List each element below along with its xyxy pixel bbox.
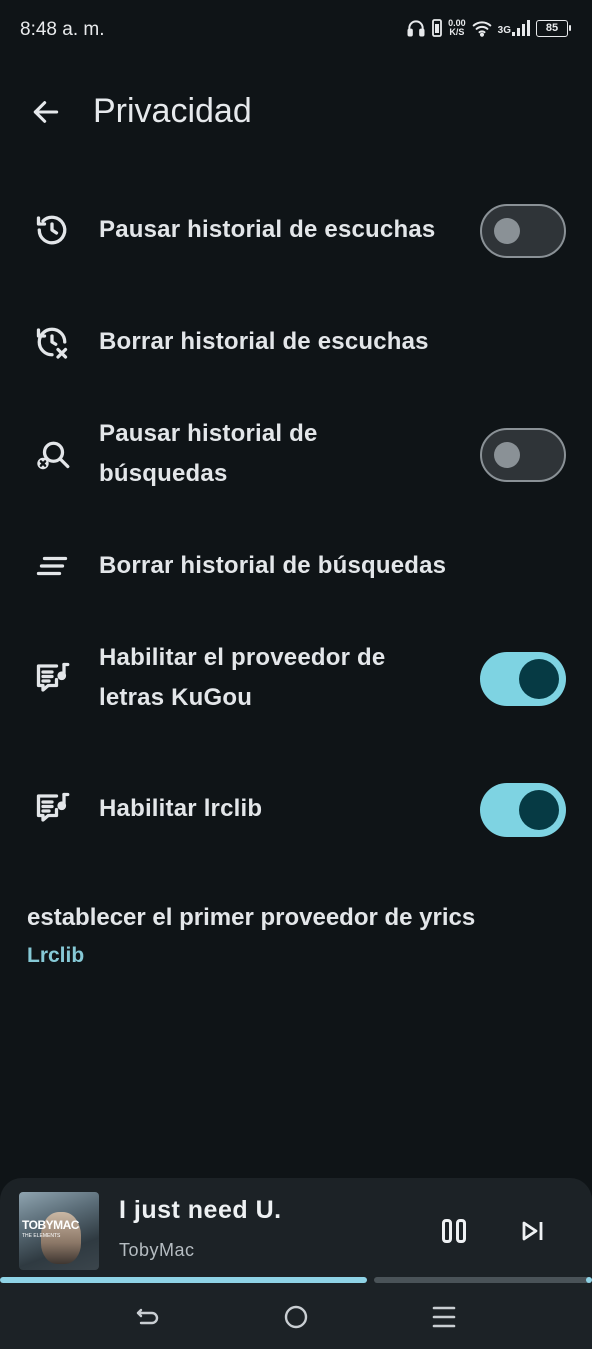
setting-clear-search-history[interactable]: Borrar historial de búsquedas — [0, 532, 592, 602]
pause-listen-history-toggle[interactable] — [480, 204, 566, 258]
status-time: 8:48 a. m. — [20, 19, 105, 40]
enable-kugou-toggle[interactable] — [480, 652, 566, 706]
system-nav-bar — [0, 1288, 592, 1349]
setting-enable-kugou[interactable]: Habilitar el proveedor de letras KuGou — [0, 638, 592, 722]
lyrics-provider-value: Lrclib — [27, 944, 85, 967]
skip-next-icon[interactable] — [518, 1216, 548, 1246]
vibrate-icon — [432, 19, 443, 37]
setting-label: Habilitar lrclib — [99, 795, 263, 822]
setting-pause-listen-history[interactable]: Pausar historial de escuchas — [0, 196, 592, 266]
home-nav-icon[interactable] — [281, 1302, 311, 1332]
net-speed-unit: K/S — [449, 27, 465, 37]
net-speed: 0.00 K/S — [448, 19, 466, 37]
lyrics-provider-title: establecer el primer proveedor de yrics — [27, 904, 476, 931]
setting-label: Borrar historial de búsquedas — [99, 552, 447, 579]
toggle-knob — [519, 790, 559, 830]
song-title: I just need U. — [119, 1196, 282, 1224]
history-clear-icon — [36, 327, 68, 359]
lyrics-icon — [36, 792, 70, 822]
setting-enable-lrclib[interactable]: Habilitar lrclib — [0, 775, 592, 845]
album-art-subtitle: THE ELEMENTS — [22, 1233, 61, 1239]
setting-label: Pausar historial de escuchas — [99, 216, 436, 243]
toggle-knob — [494, 441, 520, 468]
back-nav-icon[interactable] — [133, 1302, 163, 1332]
lyrics-icon — [36, 662, 70, 692]
signal-icon — [512, 20, 530, 36]
search-off-icon — [37, 441, 70, 470]
progress-remaining — [374, 1277, 592, 1283]
album-art-brand: TOBYMAC — [22, 1218, 79, 1232]
battery-icon: 85 — [536, 19, 571, 37]
setting-label: Borrar historial de escuchas — [99, 328, 429, 355]
clear-all-icon — [36, 556, 68, 576]
arrow-left-icon[interactable] — [30, 96, 62, 128]
headphones-icon — [407, 20, 425, 37]
network-type: 3G — [497, 25, 511, 36]
enable-lrclib-toggle[interactable] — [480, 783, 566, 837]
progress-played — [0, 1277, 367, 1283]
wifi-icon — [472, 21, 491, 37]
setting-label-line-1: Habilitar el proveedor de — [99, 644, 386, 671]
history-icon — [36, 215, 67, 245]
setting-clear-listen-history[interactable]: Borrar historial de escuchas — [0, 308, 592, 378]
setting-label-line-1: Pausar historial de — [99, 420, 318, 447]
top-app-bar: Privacidad — [0, 80, 592, 144]
song-artist: TobyMac — [119, 1240, 195, 1260]
mini-player[interactable]: TOBYMAC THE ELEMENTS I just need U. Toby… — [0, 1178, 592, 1288]
battery-level: 85 — [545, 22, 559, 34]
status-icons: 0.00 K/S 3G 85 — [406, 18, 571, 38]
setting-label-line-2: letras KuGou — [99, 684, 253, 711]
status-bar: 8:48 a. m. 0.00 K/S 3G 85 — [0, 0, 592, 60]
pause-icon[interactable] — [439, 1216, 469, 1246]
signal-group: 3G — [498, 20, 530, 36]
progress-end-dot — [586, 1277, 592, 1283]
playback-progress[interactable] — [0, 1277, 592, 1283]
page-title: Privacidad — [93, 92, 252, 130]
toggle-knob — [494, 217, 520, 244]
album-art: TOBYMAC THE ELEMENTS — [19, 1192, 99, 1270]
setting-pause-search-history[interactable]: Pausar historial de búsquedas — [0, 414, 592, 498]
toggle-knob — [519, 659, 559, 699]
pause-search-history-toggle[interactable] — [480, 428, 566, 482]
recents-nav-icon[interactable] — [429, 1302, 459, 1332]
setting-label-line-2: búsquedas — [99, 460, 228, 487]
